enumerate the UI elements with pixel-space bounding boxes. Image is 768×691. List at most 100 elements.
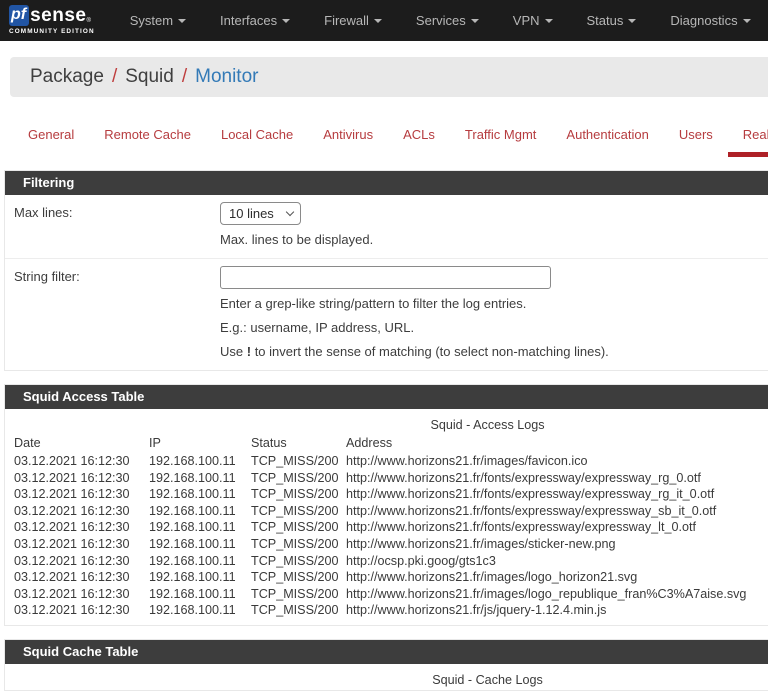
table-row: 03.12.2021 16:12:30192.168.100.11TCP_MIS… — [14, 586, 768, 603]
cell-status: TCP_MISS/200 — [251, 503, 346, 520]
nav-item-vpn[interactable]: VPN — [496, 1, 570, 40]
nav-item-system[interactable]: System — [113, 1, 203, 40]
cell-date: 03.12.2021 16:12:30 — [14, 586, 149, 603]
squid-access-panel: Squid Access Table Squid - Access Logs D… — [4, 384, 768, 626]
cell-ip: 192.168.100.11 — [149, 503, 251, 520]
pfsense-logo[interactable]: pf sense ® COMMUNITY EDITION — [9, 5, 95, 35]
cell-address: http://www.horizons21.fr/images/sticker-… — [346, 536, 768, 553]
pfsense-logo-sense: sense — [30, 6, 86, 25]
cell-status: TCP_MISS/200 — [251, 453, 346, 470]
caret-down-icon — [628, 19, 636, 23]
caret-down-icon — [374, 19, 382, 23]
tab-local-cache[interactable]: Local Cache — [206, 118, 308, 157]
cell-address: http://www.horizons21.fr/fonts/expresswa… — [346, 519, 768, 536]
caret-down-icon — [471, 19, 479, 23]
cell-ip: 192.168.100.11 — [149, 553, 251, 570]
nav-item-diagnostics[interactable]: Diagnostics — [653, 1, 767, 40]
squid-access-panel-heading: Squid Access Table — [5, 385, 768, 409]
tab-antivirus[interactable]: Antivirus — [308, 118, 388, 157]
string-filter-input[interactable] — [220, 266, 551, 289]
nav-item-label: Diagnostics — [670, 13, 737, 28]
column-header-date: Date — [14, 435, 149, 453]
access-logs-table: Date IP Status Address 03.12.2021 16:12:… — [14, 435, 768, 619]
filtering-panel-heading: Filtering — [5, 171, 768, 195]
access-logs-caption: Squid - Access Logs — [14, 418, 768, 432]
filtering-panel: Filtering Max lines: 10 lines Max. lines… — [4, 170, 768, 371]
column-header-ip: IP — [149, 435, 251, 453]
tab-remote-cache[interactable]: Remote Cache — [89, 118, 206, 157]
tab-users[interactable]: Users — [664, 118, 728, 157]
cell-status: TCP_MISS/200 — [251, 536, 346, 553]
cell-status: TCP_MISS/200 — [251, 486, 346, 503]
cell-address: http://ocsp.pki.goog/gts1c3 — [346, 553, 768, 570]
cell-address: http://www.horizons21.fr/fonts/expresswa… — [346, 486, 768, 503]
string-filter-help-1: Enter a grep-like string/pattern to filt… — [220, 295, 609, 313]
cell-ip: 192.168.100.11 — [149, 586, 251, 603]
breadcrumb-package: Squid — [125, 66, 174, 88]
breadcrumb-separator: / — [112, 66, 117, 88]
max-lines-label: Max lines: — [5, 201, 220, 249]
cell-status: TCP_MISS/200 — [251, 602, 346, 619]
cell-date: 03.12.2021 16:12:30 — [14, 553, 149, 570]
cell-status: TCP_MISS/200 — [251, 553, 346, 570]
cell-date: 03.12.2021 16:12:30 — [14, 503, 149, 520]
cell-ip: 192.168.100.11 — [149, 569, 251, 586]
nav-menu: System Interfaces Firewall Services VPN … — [113, 1, 768, 40]
nav-item-label: Interfaces — [220, 13, 277, 28]
nav-item-services[interactable]: Services — [399, 1, 496, 40]
nav-item-label: Firewall — [324, 13, 369, 28]
cache-logs-caption: Squid - Cache Logs — [14, 673, 768, 687]
nav-item-label: Services — [416, 13, 466, 28]
cell-address: http://www.horizons21.fr/js/jquery-1.12.… — [346, 602, 768, 619]
caret-down-icon — [282, 19, 290, 23]
table-row: 03.12.2021 16:12:30192.168.100.11TCP_MIS… — [14, 553, 768, 570]
caret-down-icon — [545, 19, 553, 23]
string-filter-label: String filter: — [5, 265, 220, 361]
registered-mark: ® — [86, 18, 90, 24]
tab-general[interactable]: General — [13, 118, 89, 157]
cell-date: 03.12.2021 16:12:30 — [14, 470, 149, 487]
table-row: 03.12.2021 16:12:30192.168.100.11TCP_MIS… — [14, 486, 768, 503]
cell-status: TCP_MISS/200 — [251, 519, 346, 536]
nav-item-status[interactable]: Status — [570, 1, 654, 40]
cell-ip: 192.168.100.11 — [149, 536, 251, 553]
cell-ip: 192.168.100.11 — [149, 453, 251, 470]
max-lines-select[interactable]: 10 lines — [220, 202, 301, 225]
breadcrumb: Package / Squid / Monitor — [10, 57, 768, 97]
squid-cache-panel-heading: Squid Cache Table — [5, 640, 768, 664]
pfsense-logo-wordmark: pf sense ® — [9, 5, 95, 26]
cell-ip: 192.168.100.11 — [149, 470, 251, 487]
tab-authentication[interactable]: Authentication — [551, 118, 663, 157]
caret-down-icon — [178, 19, 186, 23]
table-row: 03.12.2021 16:12:30192.168.100.11TCP_MIS… — [14, 602, 768, 619]
table-row: 03.12.2021 16:12:30192.168.100.11TCP_MIS… — [14, 503, 768, 520]
string-filter-help-3: Use ! to invert the sense of matching (t… — [220, 343, 609, 361]
cell-address: http://www.horizons21.fr/fonts/expresswa… — [346, 470, 768, 487]
community-edition-label: COMMUNITY EDITION — [9, 29, 95, 35]
column-header-status: Status — [251, 435, 346, 453]
tab-traffic-mgmt[interactable]: Traffic Mgmt — [450, 118, 552, 157]
cell-address: http://www.horizons21.fr/images/logo_hor… — [346, 569, 768, 586]
nav-item-interfaces[interactable]: Interfaces — [203, 1, 307, 40]
cell-date: 03.12.2021 16:12:30 — [14, 602, 149, 619]
pfsense-logo-pf-badge: pf — [9, 5, 29, 26]
caret-down-icon — [743, 19, 751, 23]
breadcrumb-page-link[interactable]: Monitor — [195, 66, 258, 88]
tab-acls[interactable]: ACLs — [388, 118, 450, 157]
cell-status: TCP_MISS/200 — [251, 569, 346, 586]
nav-item-firewall[interactable]: Firewall — [307, 1, 399, 40]
cell-address: http://www.horizons21.fr/images/logo_rep… — [346, 586, 768, 603]
nav-item-label: Status — [587, 13, 624, 28]
cell-date: 03.12.2021 16:12:30 — [14, 486, 149, 503]
cell-ip: 192.168.100.11 — [149, 602, 251, 619]
page: pf sense ® COMMUNITY EDITION System Inte… — [0, 0, 768, 691]
cell-status: TCP_MISS/200 — [251, 470, 346, 487]
squid-cache-panel: Squid Cache Table Squid - Cache Logs — [4, 639, 768, 691]
cell-date: 03.12.2021 16:12:30 — [14, 569, 149, 586]
max-lines-help: Max. lines to be displayed. — [220, 231, 373, 249]
table-row: 03.12.2021 16:12:30192.168.100.11TCP_MIS… — [14, 470, 768, 487]
cell-status: TCP_MISS/200 — [251, 586, 346, 603]
cell-address: http://www.horizons21.fr/images/favicon.… — [346, 453, 768, 470]
tab-real-time[interactable]: Real Time — [728, 118, 768, 157]
top-navbar: pf sense ® COMMUNITY EDITION System Inte… — [0, 0, 768, 41]
